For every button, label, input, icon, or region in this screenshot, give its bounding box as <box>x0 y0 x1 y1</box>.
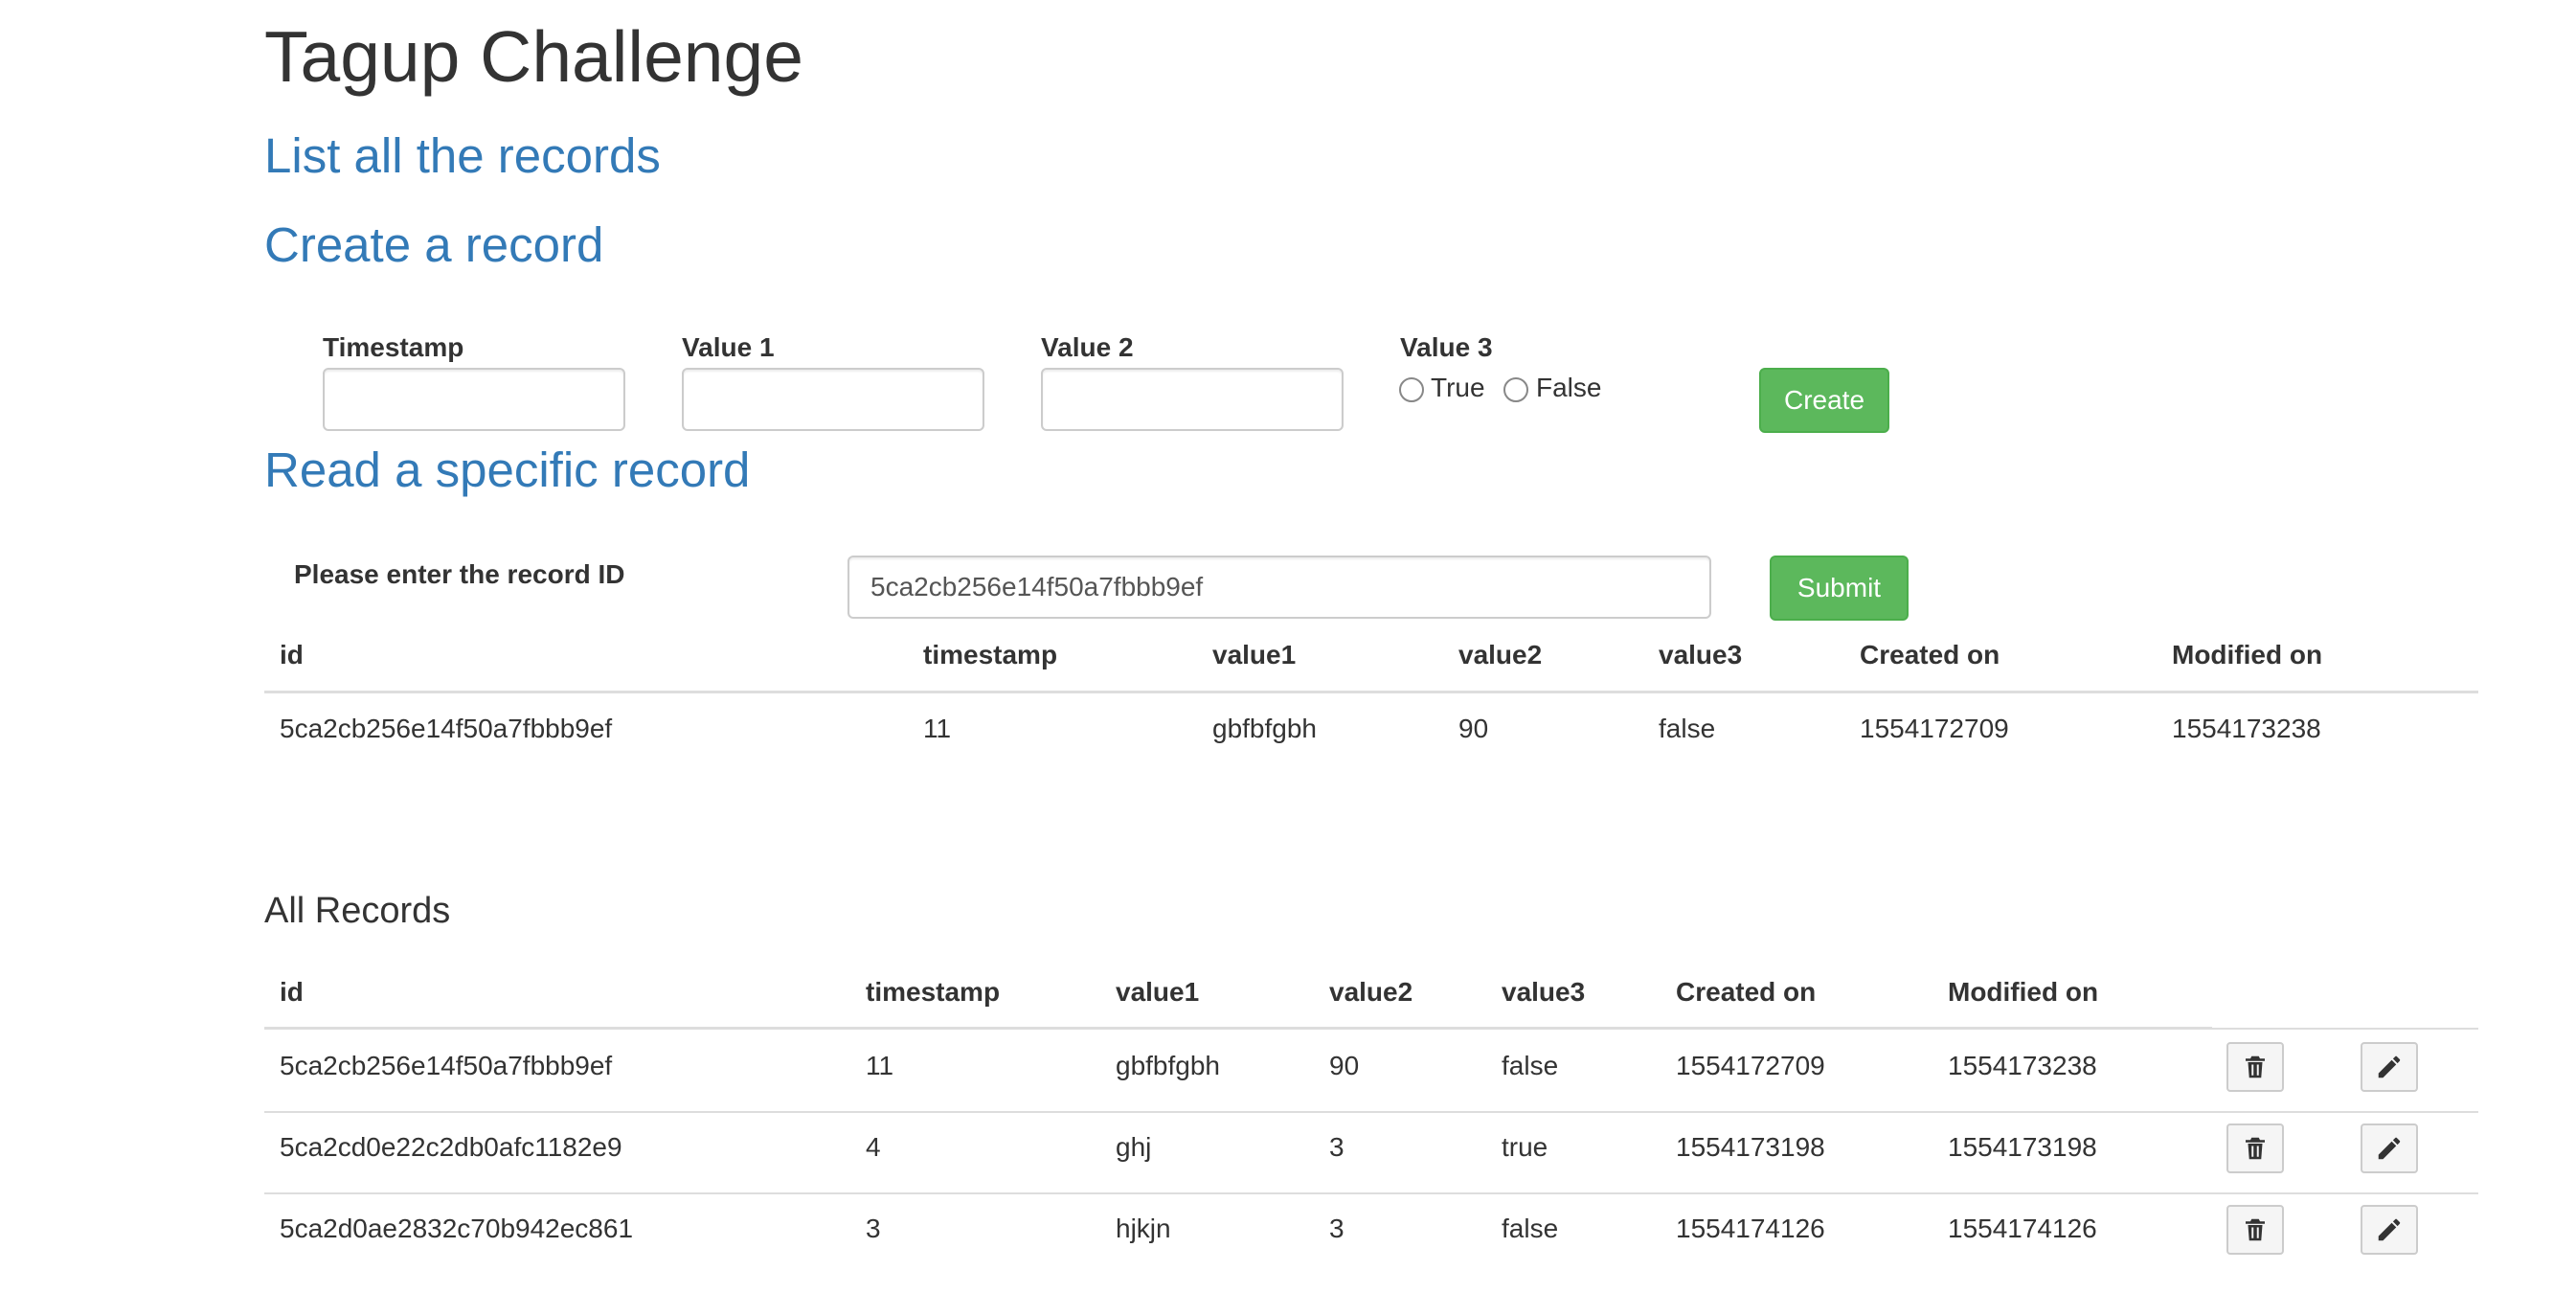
column-header: value2 <box>1458 640 1543 669</box>
delete-button[interactable] <box>2226 1205 2284 1255</box>
column-header: value1 <box>1116 977 1200 1007</box>
cell-timestamp: 11 <box>923 714 952 743</box>
cell-value3: false <box>1502 1214 1559 1243</box>
trash-icon <box>2246 1137 2265 1160</box>
cell-value2: 90 <box>1458 714 1489 743</box>
column-header: Created on <box>1860 640 2000 669</box>
cell-value2: 3 <box>1329 1214 1344 1243</box>
timestamp-label: Timestamp <box>323 332 464 362</box>
pencil-icon <box>2378 1137 2401 1160</box>
column-header: id <box>280 977 304 1007</box>
column-header: id <box>280 640 304 669</box>
edit-button[interactable] <box>2361 1042 2418 1092</box>
cell-created-on: 1554172709 <box>1676 1051 1825 1080</box>
column-header: timestamp <box>866 977 1001 1007</box>
pencil-icon <box>2378 1218 2401 1241</box>
trash-icon <box>2246 1055 2265 1078</box>
column-header: Created on <box>1676 977 1817 1007</box>
cell-value1: ghj <box>1116 1132 1152 1162</box>
column-header: Modified on <box>1948 977 2099 1007</box>
header-divider <box>264 1027 2212 1030</box>
header-divider <box>264 691 2478 693</box>
record-id-input[interactable] <box>847 556 1711 619</box>
cell-value1: hjkjn <box>1116 1214 1171 1243</box>
column-header: value3 <box>1502 977 1586 1007</box>
edit-button[interactable] <box>2361 1123 2418 1173</box>
value2-input[interactable] <box>1041 368 1344 431</box>
column-header: Modified on <box>2172 640 2323 669</box>
cell-timestamp: 11 <box>866 1051 894 1080</box>
cell-value3: true <box>1502 1132 1548 1162</box>
page-title: Tagup Challenge <box>264 16 803 97</box>
cell-timestamp: 4 <box>866 1132 881 1162</box>
header-divider-actions <box>2212 1028 2478 1030</box>
cell-value3: false <box>1502 1051 1559 1080</box>
delete-button[interactable] <box>2226 1123 2284 1173</box>
column-header: value2 <box>1329 977 1413 1007</box>
value3-label: Value 3 <box>1400 332 1493 362</box>
cell-created-on: 1554174126 <box>1676 1214 1825 1243</box>
cell-id: 5ca2cb256e14f50a7fbbb9ef <box>280 714 613 743</box>
list-all-records-link[interactable]: List all the records <box>264 126 661 185</box>
cell-created-on: 1554172709 <box>1860 714 2009 743</box>
create-button[interactable]: Create <box>1759 368 1889 433</box>
value1-input[interactable] <box>682 368 984 431</box>
value2-label: Value 2 <box>1041 332 1134 362</box>
record-id-label: Please enter the record ID <box>294 559 625 589</box>
cell-value2: 3 <box>1329 1132 1344 1162</box>
cell-modified-on: 1554173238 <box>1948 1051 2097 1080</box>
cell-created-on: 1554173198 <box>1676 1132 1825 1162</box>
row-divider <box>264 1192 2478 1194</box>
cell-id: 5ca2cd0e22c2db0afc1182e9 <box>280 1132 622 1162</box>
cell-value1: gbfbfgbh <box>1212 714 1317 743</box>
delete-button[interactable] <box>2226 1042 2284 1092</box>
value3-false-radio[interactable] <box>1503 377 1528 402</box>
cell-id: 5ca2d0ae2832c70b942ec861 <box>280 1214 634 1243</box>
submit-button[interactable]: Submit <box>1770 556 1909 621</box>
cell-modified-on: 1554173238 <box>2172 714 2321 743</box>
read-record-link[interactable]: Read a specific record <box>264 441 750 499</box>
edit-button[interactable] <box>2361 1205 2418 1255</box>
row-divider <box>264 1111 2478 1113</box>
cell-timestamp: 3 <box>866 1214 881 1243</box>
value3-true-label: True <box>1431 373 1485 402</box>
column-header: value1 <box>1212 640 1297 669</box>
cell-id: 5ca2cb256e14f50a7fbbb9ef <box>280 1051 613 1080</box>
timestamp-input[interactable] <box>323 368 625 431</box>
column-header: value3 <box>1659 640 1743 669</box>
column-header: timestamp <box>923 640 1058 669</box>
value1-label: Value 1 <box>682 332 775 362</box>
cell-value1: gbfbfgbh <box>1116 1051 1220 1080</box>
cell-modified-on: 1554174126 <box>1948 1214 2097 1243</box>
pencil-icon <box>2378 1055 2401 1078</box>
create-record-link[interactable]: Create a record <box>264 216 603 274</box>
cell-modified-on: 1554173198 <box>1948 1132 2097 1162</box>
value3-false-label: False <box>1536 373 1602 402</box>
cell-value3: false <box>1659 714 1716 743</box>
trash-icon <box>2246 1218 2265 1241</box>
cell-value2: 90 <box>1329 1051 1360 1080</box>
all-records-title: All Records <box>264 891 451 931</box>
value3-true-radio[interactable] <box>1399 377 1424 402</box>
